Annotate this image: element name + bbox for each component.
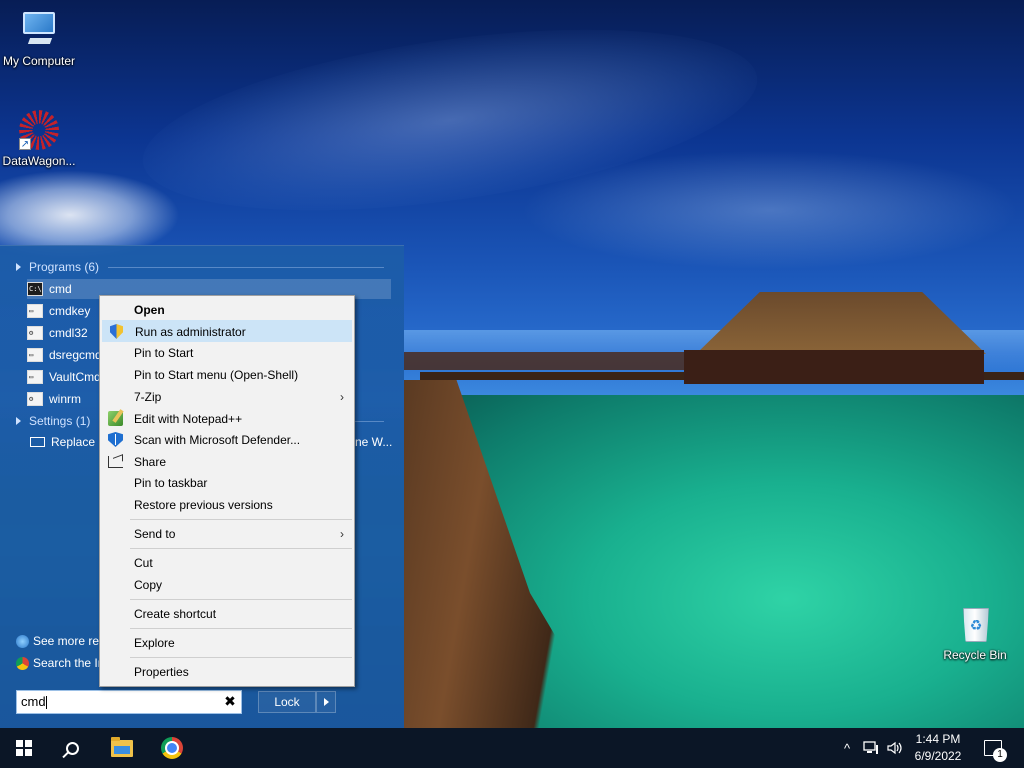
- submenu-arrow-icon: ›: [340, 527, 344, 541]
- program-item-vaultcmd[interactable]: ▭ VaultCmd: [27, 367, 101, 387]
- menu-item-properties[interactable]: Properties: [102, 661, 352, 683]
- menu-item-run-as-administrator[interactable]: Run as administrator: [102, 320, 352, 342]
- tray-overflow-chevron-icon[interactable]: ^: [838, 728, 856, 768]
- taskbar-clock[interactable]: 1:44 PM 6/9/2022: [906, 731, 970, 765]
- search-icon: [65, 741, 79, 755]
- taskbar-chrome[interactable]: [148, 728, 196, 768]
- program-item-cmdl32[interactable]: ⚙ cmdl32: [27, 323, 88, 343]
- defender-icon: [108, 432, 124, 448]
- cmd-icon: C:\: [27, 282, 43, 296]
- menu-item-restore-previous-versions[interactable]: Restore previous versions: [102, 494, 352, 516]
- menu-separator: [130, 599, 352, 600]
- wallpaper-cloud: [520, 150, 1020, 270]
- menu-item-explore[interactable]: Explore: [102, 632, 352, 654]
- chrome-icon: [16, 656, 29, 670]
- settings-icon: [30, 437, 45, 447]
- settings-item-replace-cmd-tail: ne W...: [355, 435, 393, 449]
- wallpaper-hut-roof: [696, 292, 986, 354]
- submenu-arrow-icon: ›: [340, 390, 344, 404]
- menu-item-cut[interactable]: Cut: [102, 552, 352, 574]
- menu-item-pin-to-start[interactable]: Pin to Start: [102, 342, 352, 364]
- volume-icon[interactable]: [884, 728, 906, 768]
- wallpaper-hut: [684, 350, 984, 384]
- menu-separator: [130, 628, 352, 629]
- share-icon: [108, 454, 124, 470]
- menu-item-scan-with-defender[interactable]: Scan with Microsoft Defender...: [102, 429, 352, 451]
- desktop-icon-my-computer[interactable]: My Computer: [1, 10, 77, 68]
- script-icon: ⚙: [27, 392, 43, 406]
- menu-item-pin-to-taskbar[interactable]: Pin to taskbar: [102, 472, 352, 494]
- settings-item-replace-cmd[interactable]: Replace C: [30, 432, 107, 452]
- network-icon[interactable]: [860, 728, 882, 768]
- taskbar-search-button[interactable]: [48, 728, 96, 768]
- program-item-dsregcmd[interactable]: ▭ dsregcmd: [27, 345, 102, 365]
- notepadpp-icon: [108, 411, 124, 427]
- menu-item-copy[interactable]: Copy: [102, 574, 352, 596]
- chrome-icon: [161, 737, 183, 759]
- program-item-cmdkey[interactable]: ▭ cmdkey: [27, 301, 90, 321]
- start-button[interactable]: [0, 728, 48, 768]
- menu-item-7zip[interactable]: 7-Zip ›: [102, 386, 352, 408]
- wallpaper-bungalows: [404, 352, 684, 370]
- desktop-icon-label: My Computer: [2, 54, 76, 68]
- desktop-icon-recycle-bin[interactable]: ♻ Recycle Bin: [937, 604, 1013, 662]
- menu-separator: [130, 548, 352, 549]
- cmd-icon: ▭: [27, 370, 43, 384]
- file-explorer-icon: [111, 736, 133, 757]
- menu-item-open[interactable]: Open: [102, 299, 352, 321]
- recycle-bin-icon: ♻: [955, 604, 995, 644]
- lock-button[interactable]: Lock: [258, 691, 316, 713]
- programs-group-header[interactable]: Programs (6): [16, 258, 386, 276]
- uac-shield-icon: [109, 324, 125, 340]
- computer-icon: [19, 10, 59, 50]
- taskbar-file-explorer[interactable]: [98, 728, 146, 768]
- expand-triangle-icon: [16, 263, 21, 271]
- clock-time: 1:44 PM: [915, 732, 961, 746]
- menu-item-share[interactable]: Share: [102, 451, 352, 473]
- clear-search-icon[interactable]: ✖: [223, 694, 237, 708]
- cmdl32-icon: ⚙: [27, 326, 43, 340]
- desktop-icon-datawagon[interactable]: ↗ DataWagon...: [1, 110, 77, 168]
- menu-item-edit-with-notepadpp[interactable]: Edit with Notepad++: [102, 408, 352, 430]
- desktop-icon-label: Recycle Bin: [943, 648, 1007, 662]
- shutdown-options-arrow[interactable]: [316, 691, 336, 713]
- expand-triangle-icon: [16, 417, 21, 425]
- desktop-icon-label: DataWagon...: [2, 154, 76, 168]
- cmd-icon: ▭: [27, 304, 43, 318]
- program-item-winrm[interactable]: ⚙ winrm: [27, 389, 81, 409]
- menu-separator: [130, 657, 352, 658]
- menu-item-create-shortcut[interactable]: Create shortcut: [102, 603, 352, 625]
- windows-logo-icon: [16, 740, 32, 756]
- datawagon-shortcut-icon: ↗: [19, 110, 59, 150]
- start-search-input[interactable]: cmd: [16, 690, 242, 714]
- search-icon: [16, 634, 29, 648]
- clock-date: 6/9/2022: [914, 749, 962, 763]
- menu-item-pin-to-start-open-shell[interactable]: Pin to Start menu (Open-Shell): [102, 364, 352, 386]
- context-menu: Open Run as administrator Pin to Start P…: [99, 295, 355, 687]
- menu-item-send-to[interactable]: Send to ›: [102, 523, 352, 545]
- cmd-icon: ▭: [27, 348, 43, 362]
- notification-count-badge: 1: [993, 748, 1007, 762]
- menu-separator: [130, 519, 352, 520]
